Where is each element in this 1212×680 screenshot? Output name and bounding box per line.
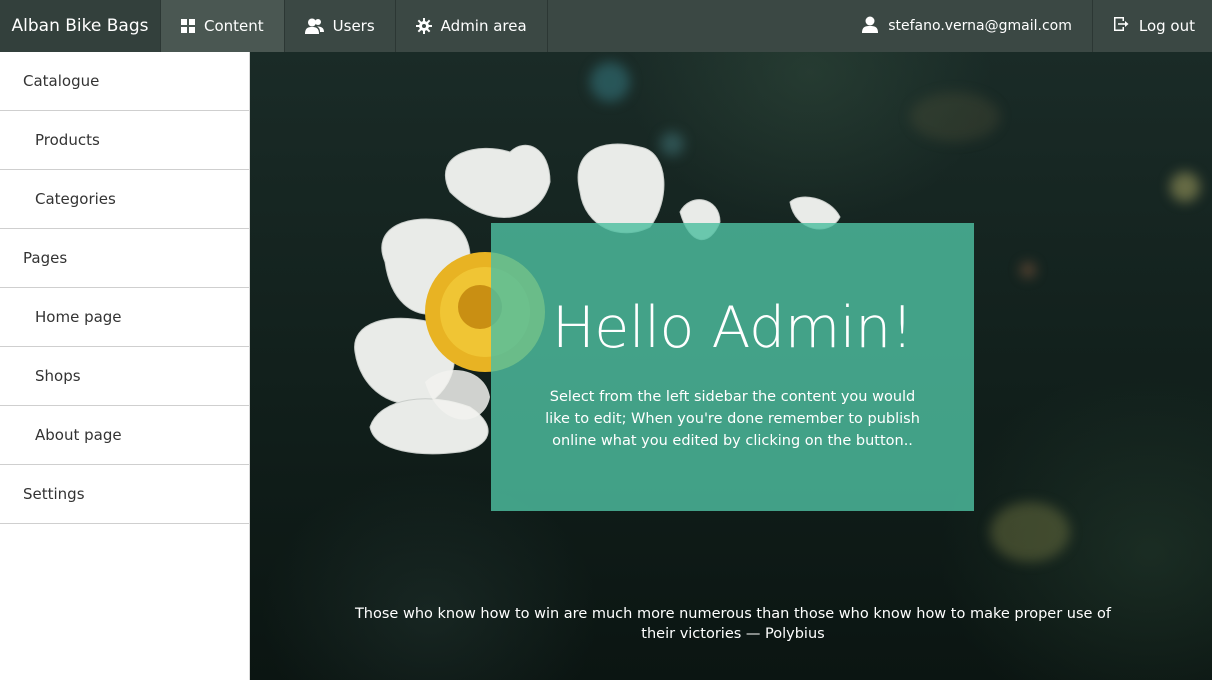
sidebar-item-catalogue[interactable]: Catalogue [0, 52, 249, 111]
user-email: stefano.verna@gmail.com [888, 18, 1072, 34]
brand-link[interactable]: Alban Bike Bags [0, 0, 161, 52]
nav-content-label: Content [204, 17, 264, 35]
hero-background: Hello Admin! Select from the left sideba… [250, 52, 1212, 680]
welcome-title: Hello Admin! [551, 295, 914, 361]
top-navbar: Alban Bike Bags Content Users Admin area… [0, 0, 1212, 52]
sidebar-item-settings[interactable]: Settings [0, 465, 249, 524]
grid-icon [181, 19, 195, 33]
logout-icon [1113, 16, 1129, 36]
logout-button[interactable]: Log out [1093, 0, 1212, 52]
gear-icon [415, 18, 432, 34]
users-icon [304, 18, 324, 34]
sidebar-item-categories[interactable]: Categories [0, 170, 249, 229]
sidebar-item-shops[interactable]: Shops [0, 347, 249, 406]
nav-content[interactable]: Content [161, 0, 285, 52]
nav-admin-area[interactable]: Admin area [396, 0, 548, 52]
user-icon [862, 16, 879, 37]
sidebar-item-pages[interactable]: Pages [0, 229, 249, 288]
logout-label: Log out [1138, 17, 1195, 35]
current-user[interactable]: stefano.verna@gmail.com [842, 0, 1093, 52]
quote-text: Those who know how to win are much more … [354, 606, 1112, 642]
sidebar: Catalogue Products Categories Pages Home… [0, 52, 250, 680]
sidebar-item-products[interactable]: Products [0, 111, 249, 170]
nav-admin-label: Admin area [440, 17, 527, 35]
welcome-card: Hello Admin! Select from the left sideba… [491, 223, 974, 511]
welcome-text: Select from the left sidebar the content… [545, 389, 920, 449]
sidebar-item-about-page[interactable]: About page [0, 406, 249, 465]
nav-users-label: Users [332, 17, 375, 35]
nav-users[interactable]: Users [285, 0, 396, 52]
sidebar-item-home-page[interactable]: Home page [0, 288, 249, 347]
